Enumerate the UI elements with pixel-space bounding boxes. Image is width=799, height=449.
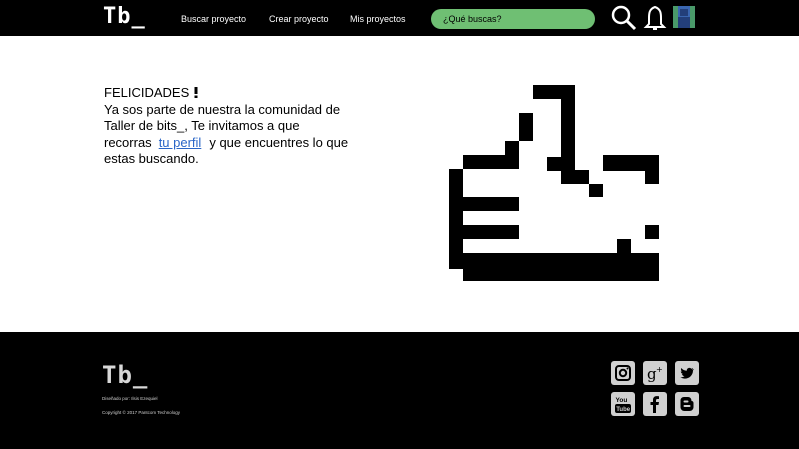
- designed-by: Diseñado por: Ilsis Ezequiel: [102, 396, 158, 401]
- google-plus-icon[interactable]: g +: [643, 361, 667, 385]
- thumbs-up-icon: [449, 85, 659, 281]
- blogger-icon[interactable]: [675, 392, 699, 416]
- search-icon[interactable]: [611, 5, 637, 31]
- nav-crear-proyecto[interactable]: Crear proyecto: [269, 13, 329, 25]
- avatar[interactable]: [673, 6, 695, 28]
- exclamation-icon: [194, 87, 198, 98]
- svg-text:You: You: [616, 397, 628, 404]
- bell-icon[interactable]: [642, 5, 668, 31]
- profile-link[interactable]: tu perfil: [152, 135, 210, 150]
- nav-mis-proyectos[interactable]: Mis proyectos: [350, 13, 406, 25]
- top-bar: Tb_ Buscar proyecto Crear proyecto Mis p…: [0, 0, 799, 36]
- instagram-icon[interactable]: [611, 361, 635, 385]
- nav-buscar-proyecto[interactable]: Buscar proyecto: [181, 13, 246, 25]
- svg-text:+: +: [656, 365, 663, 374]
- svg-text:Tube: Tube: [616, 407, 631, 413]
- footer: Tb_ Diseñado por: Ilsis Ezequiel Copyrig…: [0, 332, 799, 449]
- youtube-icon[interactable]: You Tube: [611, 392, 635, 416]
- twitter-icon[interactable]: [675, 361, 699, 385]
- congrats-title: FELICIDADES: [104, 85, 190, 100]
- copyright: Copyright © 2017 Pantcom Technology: [102, 410, 181, 415]
- footer-logo[interactable]: Tb_: [102, 362, 148, 388]
- search-input[interactable]: [431, 9, 595, 29]
- welcome-message: FELICIDADES Ya sos parte de nuestra la c…: [104, 85, 354, 168]
- logo[interactable]: Tb_: [103, 5, 146, 29]
- facebook-icon[interactable]: [643, 392, 667, 416]
